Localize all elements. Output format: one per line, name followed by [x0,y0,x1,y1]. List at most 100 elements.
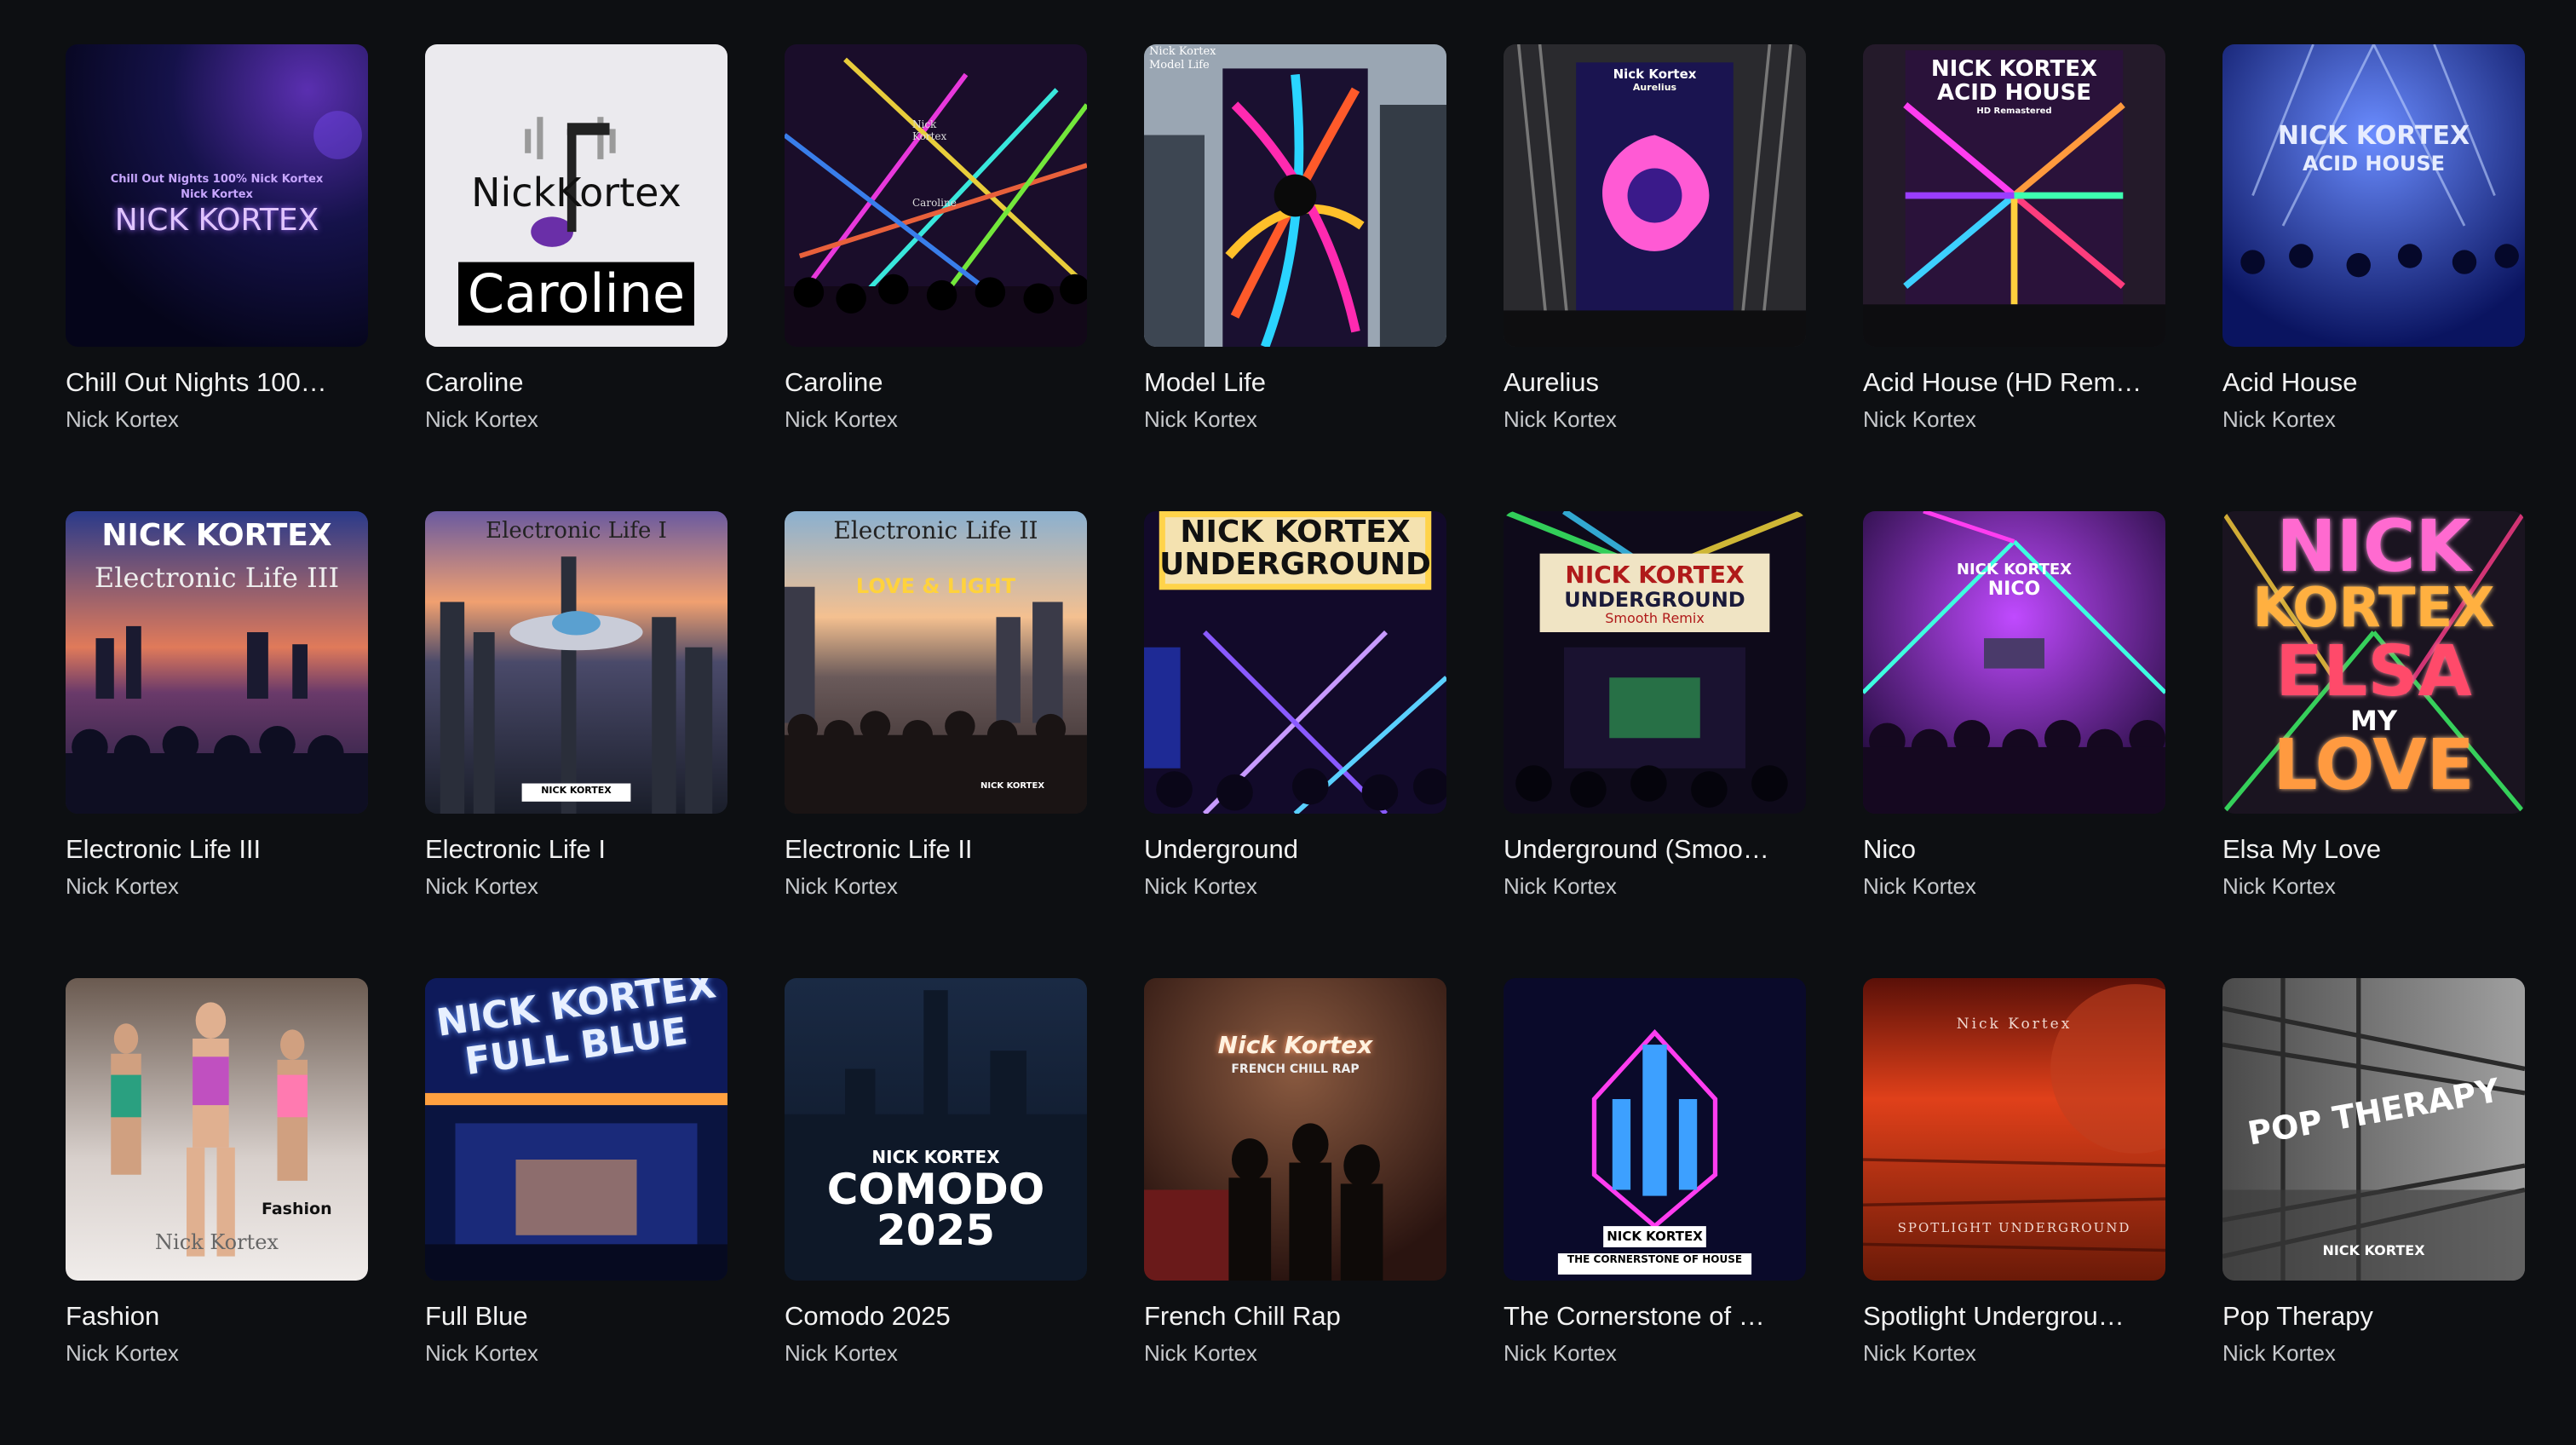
cover-text: UNDERGROUND [1564,588,1745,612]
album-title[interactable]: Acid House (HD Rem… [1863,366,2153,400]
album-cover[interactable]: POP THERAPY NICK KORTEX [2222,978,2525,1281]
album-artist[interactable]: Nick Kortex [425,872,727,901]
album-title[interactable]: Pop Therapy [2222,1299,2512,1333]
album-artist[interactable]: Nick Kortex [2222,872,2525,901]
album-card[interactable]: NICK KORTEX UNDERGROUND Smooth Remix Und… [1504,511,1806,978]
album-card[interactable]: Electronic Life II LOVE & LIGHT NICK KOR… [785,511,1087,978]
cover-text: Caroline [912,197,957,209]
album-cover[interactable]: Nick Kortex Aurelius [1504,44,1806,347]
album-artist[interactable]: Nick Kortex [66,1338,368,1367]
album-artist[interactable]: Nick Kortex [785,872,1087,901]
album-artist[interactable]: Nick Kortex [425,405,727,434]
album-artist[interactable]: Nick Kortex [1144,872,1446,901]
cover-text: Nick Kortex [1149,45,1216,58]
album-card[interactable]: NICK KORTEX Electronic Life III Electron… [66,511,368,978]
cover-text: Nick [912,118,937,130]
album-artist[interactable]: Nick Kortex [425,1338,727,1367]
album-card[interactable]: NickKortex Caroline Caroline Nick Kortex [425,44,727,511]
album-artist[interactable]: Nick Kortex [1863,1338,2165,1367]
album-cover[interactable]: Nick Kortex SPOTLIGHT UNDERGROUND [1863,978,2165,1281]
album-title[interactable]: Full Blue [425,1299,715,1333]
album-title[interactable]: Acid House [2222,366,2512,400]
cover-text: Caroline [467,262,686,325]
album-artist[interactable]: Nick Kortex [1504,872,1806,901]
album-title[interactable]: Elsa My Love [2222,832,2512,866]
album-artist[interactable]: Nick Kortex [1144,405,1446,434]
album-card[interactable]: Chill Out Nights 100% Nick Kortex Nick K… [66,44,368,511]
album-artist[interactable]: Nick Kortex [1863,405,2165,434]
album-card[interactable]: Electronic Life I NICK KORTEX Electronic… [425,511,727,978]
album-title[interactable]: The Cornerstone of … [1504,1299,1793,1333]
album-title[interactable]: Comodo 2025 [785,1299,1074,1333]
album-title[interactable]: Spotlight Undergrou… [1863,1299,2153,1333]
album-artist[interactable]: Nick Kortex [66,405,368,434]
album-card[interactable]: Nick Kortex SPOTLIGHT UNDERGROUND Spotli… [1863,978,2165,1445]
album-artist[interactable]: Nick Kortex [1863,872,2165,901]
album-card[interactable]: NICK KORTEX ACID HOUSE HD Remastered Aci… [1863,44,2165,511]
album-card[interactable]: Nick Kortex Aurelius Aurelius Nick Korte… [1504,44,1806,511]
album-artist[interactable]: Nick Kortex [2222,1338,2525,1367]
album-title[interactable]: Electronic Life II [785,832,1074,866]
album-cover[interactable]: NICK KORTEX UNDERGROUND Smooth Remix [1504,511,1806,814]
album-cover[interactable]: Nick Kortex Model Life [1144,44,1446,347]
album-card[interactable]: NICK KORTEX ELSA MY LOVE Elsa My Love Ni… [2222,511,2525,978]
album-title[interactable]: Aurelius [1504,366,1793,400]
cover-text: NICK KORTEX [1565,561,1745,589]
cover-text: NICK KORTEX [2322,1242,2425,1258]
album-cover[interactable]: NICK KORTEX UNDERGROUND [1144,511,1446,814]
cover-text: Model Life [1149,59,1210,72]
album-card[interactable]: NICK KORTEX ACID HOUSE Acid House Nick K… [2222,44,2525,511]
album-card[interactable]: NICK KORTEX UNDERGROUND Underground Nick… [1144,511,1446,978]
album-card[interactable]: NICK KORTEX COMODO 2025 Comodo 2025 Nick… [785,978,1087,1445]
album-card[interactable]: Nick Kortex Caroline Caroline Nick Korte… [785,44,1087,511]
album-cover[interactable]: Nick Kortex Caroline [785,44,1087,347]
cover-text: Nick Kortex [181,188,253,201]
album-cover[interactable]: NICK KORTEX COMODO 2025 [785,978,1087,1281]
cover-text: NICK KORTEX [871,1147,1000,1167]
album-artist[interactable]: Nick Kortex [2222,405,2525,434]
album-cover[interactable]: Fashion Nick Kortex [66,978,368,1281]
album-title[interactable]: Electronic Life I [425,832,715,866]
album-cover[interactable]: Electronic Life I NICK KORTEX [425,511,727,814]
album-card[interactable]: Fashion Nick Kortex Fashion Nick Kortex [66,978,368,1445]
album-cover[interactable]: Nick Kortex FRENCH CHILL RAP [1144,978,1446,1281]
album-cover[interactable]: Electronic Life II LOVE & LIGHT NICK KOR… [785,511,1087,814]
album-artist[interactable]: Nick Kortex [66,872,368,901]
album-artist[interactable]: Nick Kortex [1504,1338,1806,1367]
album-title[interactable]: Model Life [1144,366,1434,400]
album-title[interactable]: Electronic Life III [66,832,355,866]
album-cover[interactable]: NICK KORTEX THE CORNERSTONE OF HOUSE [1504,978,1806,1281]
cover-text: ACID HOUSE [1937,80,2091,106]
album-cover[interactable]: Chill Out Nights 100% Nick Kortex Nick K… [66,44,368,347]
cover-text: NICK KORTEX [101,518,332,553]
album-cover[interactable]: NICK KORTEX ACID HOUSE HD Remastered [1863,44,2165,347]
album-card[interactable]: NICK KORTEX NICO Nico Nick Kortex [1863,511,2165,978]
album-title[interactable]: Underground [1144,832,1434,866]
album-artist[interactable]: Nick Kortex [1504,405,1806,434]
album-title[interactable]: Caroline [785,366,1074,400]
album-cover[interactable]: NICK KORTEX ACID HOUSE [2222,44,2525,347]
album-cover[interactable]: NICK KORTEX NICO [1863,511,2165,814]
album-artist[interactable]: Nick Kortex [1144,1338,1446,1367]
album-cover[interactable]: NICK KORTEX ELSA MY LOVE [2222,511,2525,814]
album-title[interactable]: Caroline [425,366,715,400]
cover-text: KORTEX [2252,577,2495,640]
cover-text: NICK KORTEX [541,785,612,796]
album-cover[interactable]: NICK KORTEX FULL BLUE [425,978,727,1281]
album-title[interactable]: Chill Out Nights 100… [66,366,355,400]
cover-text: Nick Kortex [1613,66,1697,82]
album-cover[interactable]: NickKortex Caroline [425,44,727,347]
cover-text: ELSA [2275,631,2472,712]
album-title[interactable]: French Chill Rap [1144,1299,1434,1333]
album-card[interactable]: POP THERAPY NICK KORTEX Pop Therapy Nick… [2222,978,2525,1445]
album-title[interactable]: Nico [1863,832,2153,866]
album-card[interactable]: Nick Kortex FRENCH CHILL RAP French Chil… [1144,978,1446,1445]
album-card[interactable]: Nick Kortex Model Life Model Life Nick K… [1144,44,1446,511]
album-cover[interactable]: NICK KORTEX Electronic Life III [66,511,368,814]
album-artist[interactable]: Nick Kortex [785,1338,1087,1367]
album-title[interactable]: Underground (Smoo… [1504,832,1793,866]
album-card[interactable]: NICK KORTEX THE CORNERSTONE OF HOUSE The… [1504,978,1806,1445]
album-title[interactable]: Fashion [66,1299,355,1333]
album-artist[interactable]: Nick Kortex [785,405,1087,434]
album-card[interactable]: NICK KORTEX FULL BLUE Full Blue Nick Kor… [425,978,727,1445]
